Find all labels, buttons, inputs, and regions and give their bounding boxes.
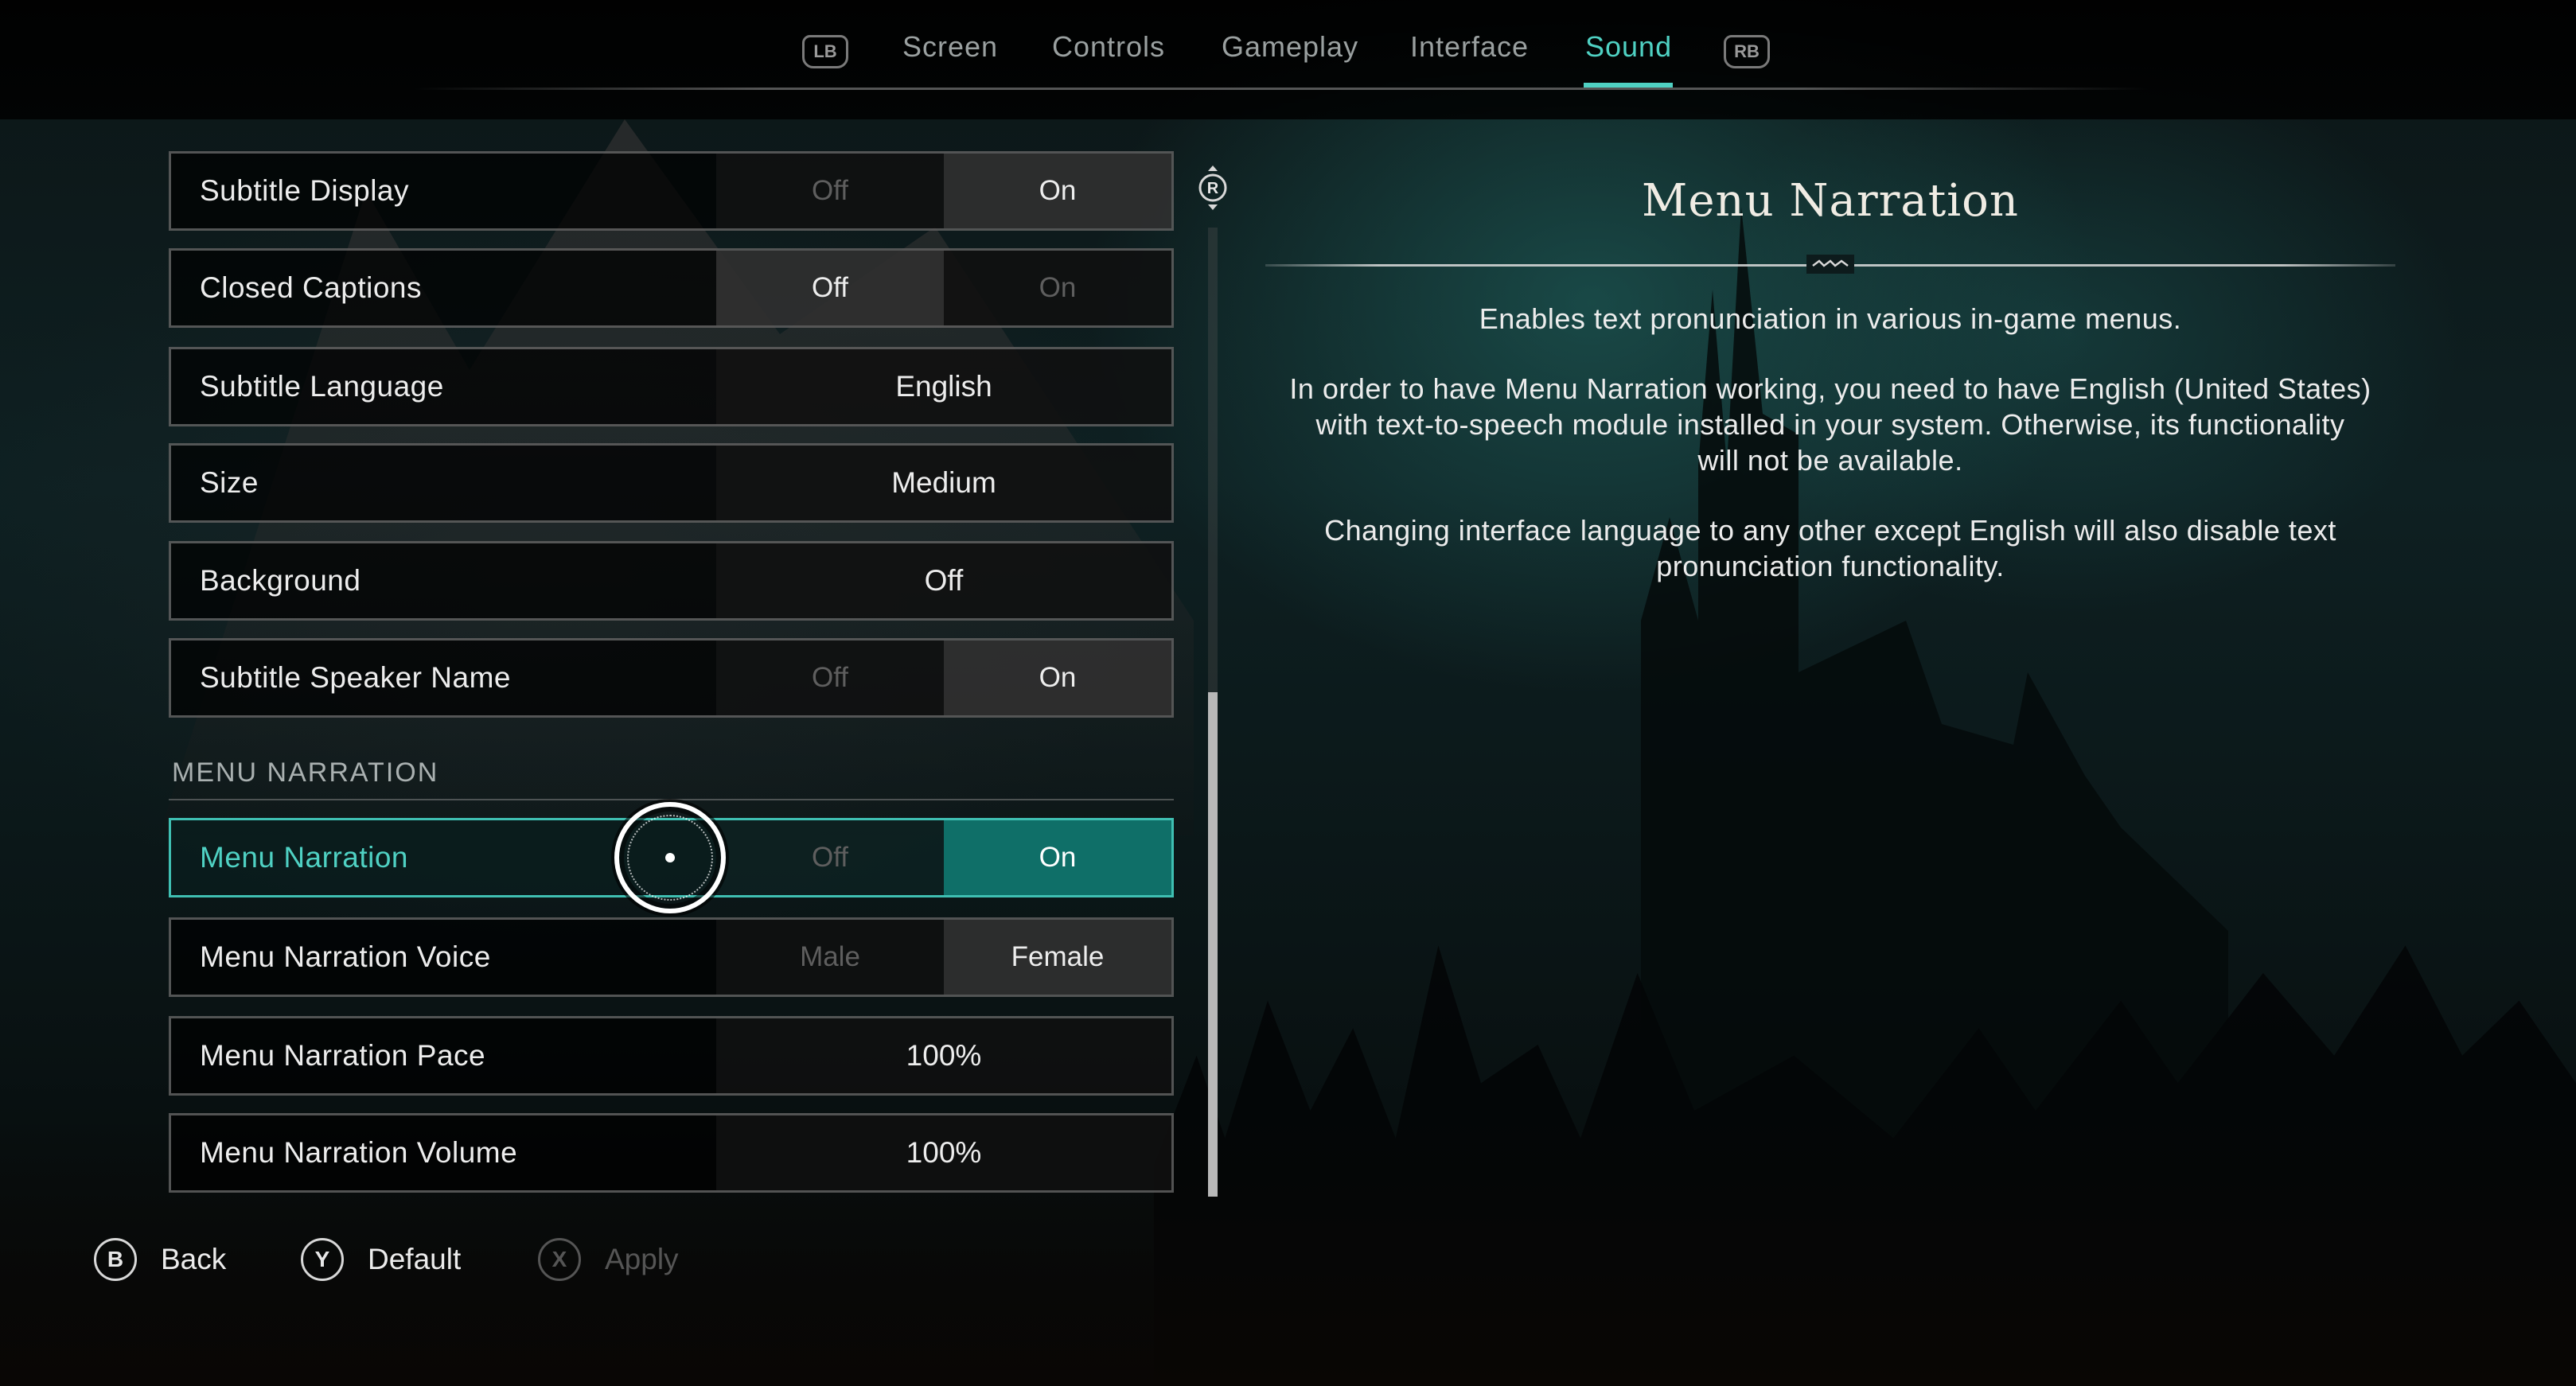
setting-label: Menu Narration — [200, 841, 409, 874]
description-paragraph-2-line-1: In order to have Menu Narration working,… — [1289, 372, 2371, 405]
rb-bumper-icon[interactable]: RB — [1724, 35, 1770, 68]
toggle-group: Off On — [716, 154, 1171, 228]
option-on[interactable]: On — [944, 154, 1171, 228]
right-stick-label: R — [1207, 180, 1219, 197]
value-selector: 100% — [716, 1018, 1171, 1093]
option-off[interactable]: Off — [716, 640, 944, 715]
option-off[interactable]: Off — [716, 820, 944, 895]
setting-value[interactable]: Medium — [716, 446, 1171, 520]
option-male[interactable]: Male — [716, 920, 944, 995]
setting-label: Subtitle Display — [200, 174, 410, 207]
back-button[interactable]: B Back — [94, 1238, 226, 1281]
section-divider — [169, 799, 1174, 800]
scrollbar-thumb[interactable] — [1208, 692, 1218, 1197]
option-on[interactable]: On — [944, 820, 1171, 895]
setting-menu-narration-volume[interactable]: Menu Narration Volume 100% — [169, 1113, 1174, 1193]
description-paragraph-2-line-3: will not be available. — [1697, 444, 1963, 477]
setting-label: Menu Narration Volume — [200, 1136, 518, 1169]
cursor-dot-icon — [665, 853, 675, 862]
description-paragraph-1: Enables text pronunciation in various in… — [1479, 302, 2182, 335]
back-label: Back — [161, 1243, 227, 1275]
setting-background[interactable]: Background Off — [169, 541, 1174, 621]
setting-label: Closed Captions — [200, 271, 422, 304]
apply-label: Apply — [605, 1243, 679, 1275]
setting-label: Background — [200, 564, 361, 597]
apply-button[interactable]: X Apply — [538, 1238, 679, 1281]
tab-interface[interactable]: Interface — [1410, 30, 1529, 64]
setting-value[interactable]: 100% — [716, 1115, 1171, 1190]
toggle-group: Off On — [716, 820, 1171, 895]
setting-value[interactable]: Off — [716, 543, 1171, 618]
option-on[interactable]: On — [944, 640, 1171, 715]
setting-subtitle-display[interactable]: Subtitle Display Off On — [169, 151, 1174, 231]
lb-bumper-icon[interactable]: LB — [802, 35, 848, 68]
x-button-icon: X — [538, 1238, 581, 1281]
description-paragraph-3-line-2: pronunciation functionality. — [1656, 550, 2005, 582]
right-stick-icon: R — [1198, 165, 1227, 210]
tab-sound[interactable]: Sound — [1585, 30, 1672, 64]
value-selector: 100% — [716, 1115, 1171, 1190]
option-female[interactable]: Female — [944, 920, 1171, 995]
tab-gameplay[interactable]: Gameplay — [1222, 30, 1358, 64]
setting-subtitle-language[interactable]: Subtitle Language English — [169, 347, 1174, 426]
tab-controls[interactable]: Controls — [1052, 30, 1165, 64]
description-title: Menu Narration — [1642, 175, 2019, 227]
setting-label: Subtitle Language — [200, 370, 444, 403]
setting-closed-captions[interactable]: Closed Captions Off On — [169, 248, 1174, 328]
toggle-group: Male Female — [716, 920, 1171, 995]
top-tab-bar: LB Screen Controls Gameplay Interface So… — [0, 0, 2576, 119]
section-header-menu-narration: MENU NARRATION — [172, 757, 439, 788]
setting-size[interactable]: Size Medium — [169, 443, 1174, 523]
setting-label: Size — [200, 466, 259, 499]
value-selector: Medium — [716, 446, 1171, 520]
option-on[interactable]: On — [944, 251, 1171, 325]
toggle-group: Off On — [716, 251, 1171, 325]
top-divider — [414, 88, 2149, 90]
setting-value[interactable]: 100% — [716, 1018, 1171, 1093]
y-button-icon: Y — [301, 1238, 344, 1281]
option-off[interactable]: Off — [716, 154, 944, 228]
setting-label: Menu Narration Voice — [200, 940, 491, 973]
setting-label: Menu Narration Pace — [200, 1039, 486, 1072]
divider-ornament-icon — [1806, 255, 1854, 274]
value-selector: Off — [716, 543, 1171, 618]
value-selector: English — [716, 349, 1171, 424]
setting-subtitle-speaker-name[interactable]: Subtitle Speaker Name Off On — [169, 638, 1174, 718]
default-button[interactable]: Y Default — [301, 1238, 461, 1281]
setting-menu-narration-pace[interactable]: Menu Narration Pace 100% — [169, 1016, 1174, 1096]
default-label: Default — [368, 1243, 462, 1275]
tab-screen[interactable]: Screen — [902, 30, 998, 64]
description-paragraph-2-line-2: with text-to-speech module installed in … — [1315, 408, 2345, 441]
setting-menu-narration-voice[interactable]: Menu Narration Voice Male Female — [169, 917, 1174, 997]
description-paragraph-3-line-1: Changing interface language to any other… — [1324, 514, 2336, 547]
setting-label: Subtitle Speaker Name — [200, 661, 511, 694]
b-button-icon: B — [94, 1238, 137, 1281]
toggle-group: Off On — [716, 640, 1171, 715]
option-off[interactable]: Off — [716, 251, 944, 325]
setting-value[interactable]: English — [716, 349, 1171, 424]
